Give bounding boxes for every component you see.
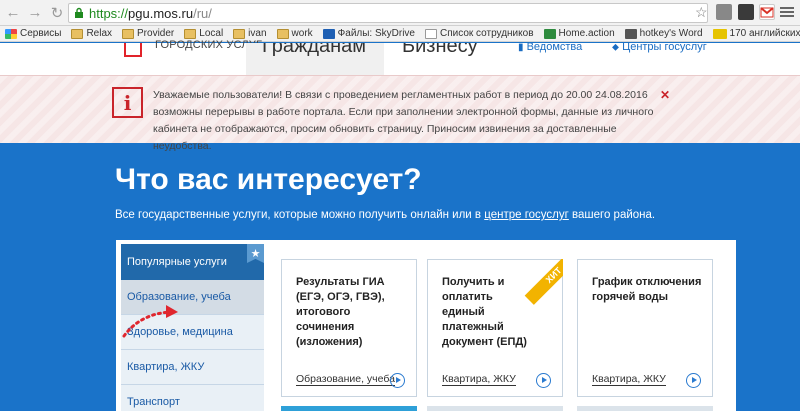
bookmark-item[interactable]: Список сотрудников bbox=[420, 28, 539, 39]
logo-icon[interactable] bbox=[124, 43, 142, 57]
card-title: Результаты ГИА (ЕГЭ, ОГЭ, ГВЭ), итоговог… bbox=[296, 276, 385, 348]
folder-icon bbox=[276, 28, 289, 39]
extension-icon[interactable] bbox=[738, 4, 754, 20]
apps-icon bbox=[5, 28, 17, 39]
maintenance-notice: i Уважаемые пользователи! В связи с пров… bbox=[0, 75, 800, 152]
play-icon[interactable] bbox=[390, 373, 405, 388]
avatar-icon bbox=[624, 28, 637, 39]
gmail-icon[interactable] bbox=[759, 4, 775, 20]
service-card[interactable]: График отключения горячей воды Квартира,… bbox=[577, 259, 713, 397]
back-icon[interactable]: ← bbox=[2, 2, 24, 24]
category-popular[interactable]: Популярные услуги ★ bbox=[121, 244, 264, 280]
reload-icon[interactable]: ↻ bbox=[46, 2, 68, 24]
address-bar[interactable]: https://pgu.mos.ru/ru/ bbox=[68, 3, 708, 23]
service-card[interactable]: ХИТ Получить и оплатить единый платежный… bbox=[427, 259, 563, 397]
bookmark-item[interactable]: Файлы: SkyDrive bbox=[318, 28, 420, 39]
service-centers-link[interactable]: центре госуслуг bbox=[484, 209, 569, 221]
folder-icon bbox=[122, 28, 135, 39]
card-category-link[interactable]: Образование, учеба bbox=[296, 373, 395, 386]
close-icon[interactable]: ✕ bbox=[660, 88, 670, 102]
card-strip bbox=[577, 406, 713, 411]
bookmark-item[interactable]: Local bbox=[179, 28, 228, 39]
folder-icon bbox=[184, 28, 197, 39]
forward-icon[interactable]: → bbox=[24, 2, 46, 24]
page-subtitle: Все государственные услуги, которые можн… bbox=[115, 209, 656, 221]
tab-business-label: Бизнесу bbox=[402, 43, 478, 57]
play-icon[interactable] bbox=[536, 373, 551, 388]
card-strip bbox=[427, 406, 563, 411]
link-departments[interactable]: ▮ Ведомства bbox=[518, 41, 582, 53]
bookmark-item[interactable]: Home.action bbox=[539, 28, 620, 39]
page-title: Что вас интересует? bbox=[115, 163, 422, 196]
folder-icon bbox=[71, 28, 84, 39]
site-header: городских услуг Гражданам Бизнесу ▮ Ведо… bbox=[0, 39, 800, 75]
category-transport[interactable]: Транспорт bbox=[121, 385, 264, 411]
page-icon bbox=[425, 28, 437, 39]
star-icon: ★ bbox=[247, 244, 264, 263]
url-protocol: https:// bbox=[89, 5, 129, 21]
lock-icon bbox=[73, 7, 85, 19]
bookmark-item[interactable]: Relax bbox=[66, 28, 117, 39]
notice-text: Уважаемые пользователи! В связи с провед… bbox=[153, 89, 654, 152]
card-category-link[interactable]: Квартира, ЖКУ bbox=[592, 373, 666, 386]
url-host: pgu.mos.ru bbox=[128, 5, 194, 21]
service-card[interactable]: Результаты ГИА (ЕГЭ, ОГЭ, ГВЭ), итоговог… bbox=[281, 259, 417, 397]
play-icon[interactable] bbox=[686, 373, 701, 388]
bookmark-item[interactable]: Provider bbox=[117, 28, 179, 39]
link-service-centers[interactable]: ⬥ Центры госуслуг bbox=[612, 41, 707, 53]
info-icon: i bbox=[112, 87, 143, 118]
bookmarks-bar: Сервисы Relax Provider Local ivan work Ф… bbox=[0, 26, 800, 42]
bookmark-item[interactable]: Сервисы bbox=[0, 28, 66, 39]
ad-icon bbox=[712, 28, 727, 39]
tab-business[interactable]: Бизнесу bbox=[386, 43, 496, 75]
browser-menu-icon[interactable] bbox=[780, 5, 794, 19]
category-housing[interactable]: Квартира, ЖКУ bbox=[121, 350, 264, 385]
bookmark-item[interactable]: hotkey's Word bbox=[620, 28, 708, 39]
card-strip bbox=[281, 406, 417, 411]
home-icon bbox=[543, 28, 556, 39]
cloud-icon bbox=[322, 28, 335, 39]
card-title: График отключения горячей воды bbox=[592, 276, 702, 303]
bookmark-item[interactable]: 170 английских глаго bbox=[708, 28, 800, 39]
card-category-link[interactable]: Квартира, ЖКУ bbox=[442, 373, 516, 386]
folder-icon bbox=[233, 28, 246, 39]
card-title: Получить и оплатить единый платежный док… bbox=[442, 276, 527, 348]
location-pin-icon: ⬥ bbox=[612, 42, 619, 53]
services-panel: Популярные услуги ★ Образование, учеба З… bbox=[116, 240, 736, 411]
extension-icon[interactable] bbox=[716, 4, 732, 20]
tab-citizens-label: Гражданам bbox=[262, 43, 367, 57]
annotation-arrow-icon bbox=[122, 305, 178, 338]
browser-toolbar: ← → ↻ https://pgu.mos.ru/ru/ ☆ bbox=[0, 0, 800, 26]
bookmark-item[interactable]: ivan bbox=[228, 28, 271, 39]
bookmark-star-icon[interactable]: ☆ bbox=[695, 4, 708, 21]
url-path: /ru/ bbox=[193, 5, 212, 21]
tab-citizens[interactable]: Гражданам bbox=[246, 43, 384, 75]
building-icon: ▮ bbox=[518, 42, 524, 53]
bookmark-item[interactable]: work bbox=[272, 28, 318, 39]
